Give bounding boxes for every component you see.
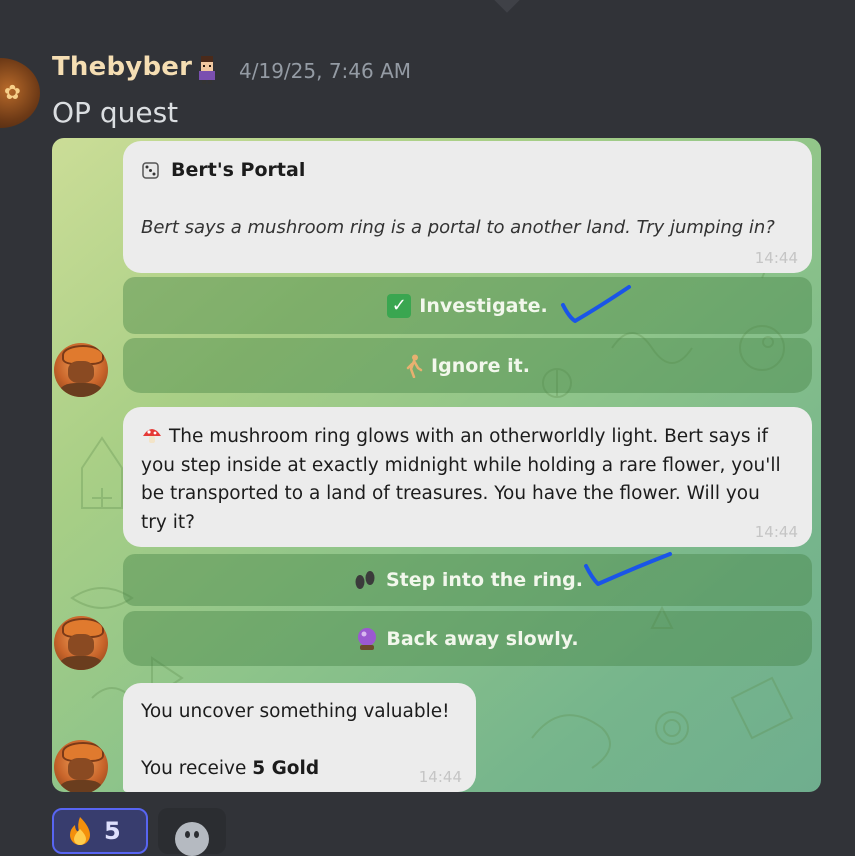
quest-description: Bert says a mushroom ring is a portal to… [141,217,775,238]
crystal-ball-icon [358,627,377,650]
reward-line-2: You receive 5 Gold [141,758,319,779]
step-into-ring-button[interactable]: Step into the ring. [123,554,812,606]
bot-avatar[interactable] [54,616,108,670]
author-avatar[interactable]: ✿ [0,58,40,128]
dice-icon [142,162,159,179]
investigate-button[interactable]: ✓ Investigate. [123,277,812,334]
investigate-label: Investigate. [419,294,548,317]
story-text: The mushroom ring glows with an otherwor… [141,426,781,533]
bubble-time: 14:44 [754,523,798,541]
ignore-it-label: Ignore it. [431,354,530,377]
bot-avatar[interactable] [54,343,108,397]
fire-emoji-icon [70,817,90,845]
bubble-time: 14:44 [754,249,798,267]
quest-message-bubble: Bert's Portal Bert says a mushroom ring … [123,141,812,273]
message-text: OP quest [52,96,179,129]
reaction-count: 5 [104,817,121,845]
reward-message-bubble: You uncover something valuable! You rece… [123,683,476,792]
bubble-time: 14:44 [418,768,462,786]
ignore-it-button[interactable]: Ignore it. [123,338,812,393]
story-message-bubble: The mushroom ring glows with an otherwor… [123,407,812,547]
back-away-button[interactable]: Back away slowly. [123,611,812,666]
reward-prefix: You receive [141,758,253,779]
hover-arrow [494,0,520,13]
quest-title-text: Bert's Portal [171,159,306,181]
message-timestamp[interactable]: 4/19/25, 7:46 AM [239,59,411,83]
pixel-character-badge-icon [199,56,215,84]
step-into-ring-label: Step into the ring. [386,569,583,591]
avatar-glyph-icon: ✿ [4,80,21,104]
quest-title: Bert's Portal [141,159,305,181]
walking-person-icon [406,354,423,378]
add-reaction-button[interactable] [158,808,226,856]
bot-avatar[interactable] [54,740,108,792]
mushroom-icon [143,429,161,443]
back-away-label: Back away slowly. [386,627,579,650]
check-box-icon: ✓ [387,293,412,318]
screenshot-attachment[interactable]: Bert's Portal Bert says a mushroom ring … [52,138,821,792]
reward-amount: 5 Gold [252,758,320,779]
fire-reaction-button[interactable]: 5 [52,808,148,854]
reward-line-1: You uncover something valuable! [141,701,450,722]
username[interactable]: Thebyber [52,52,192,82]
footprints-icon [355,571,375,589]
add-reaction-smiley-icon [175,822,209,856]
